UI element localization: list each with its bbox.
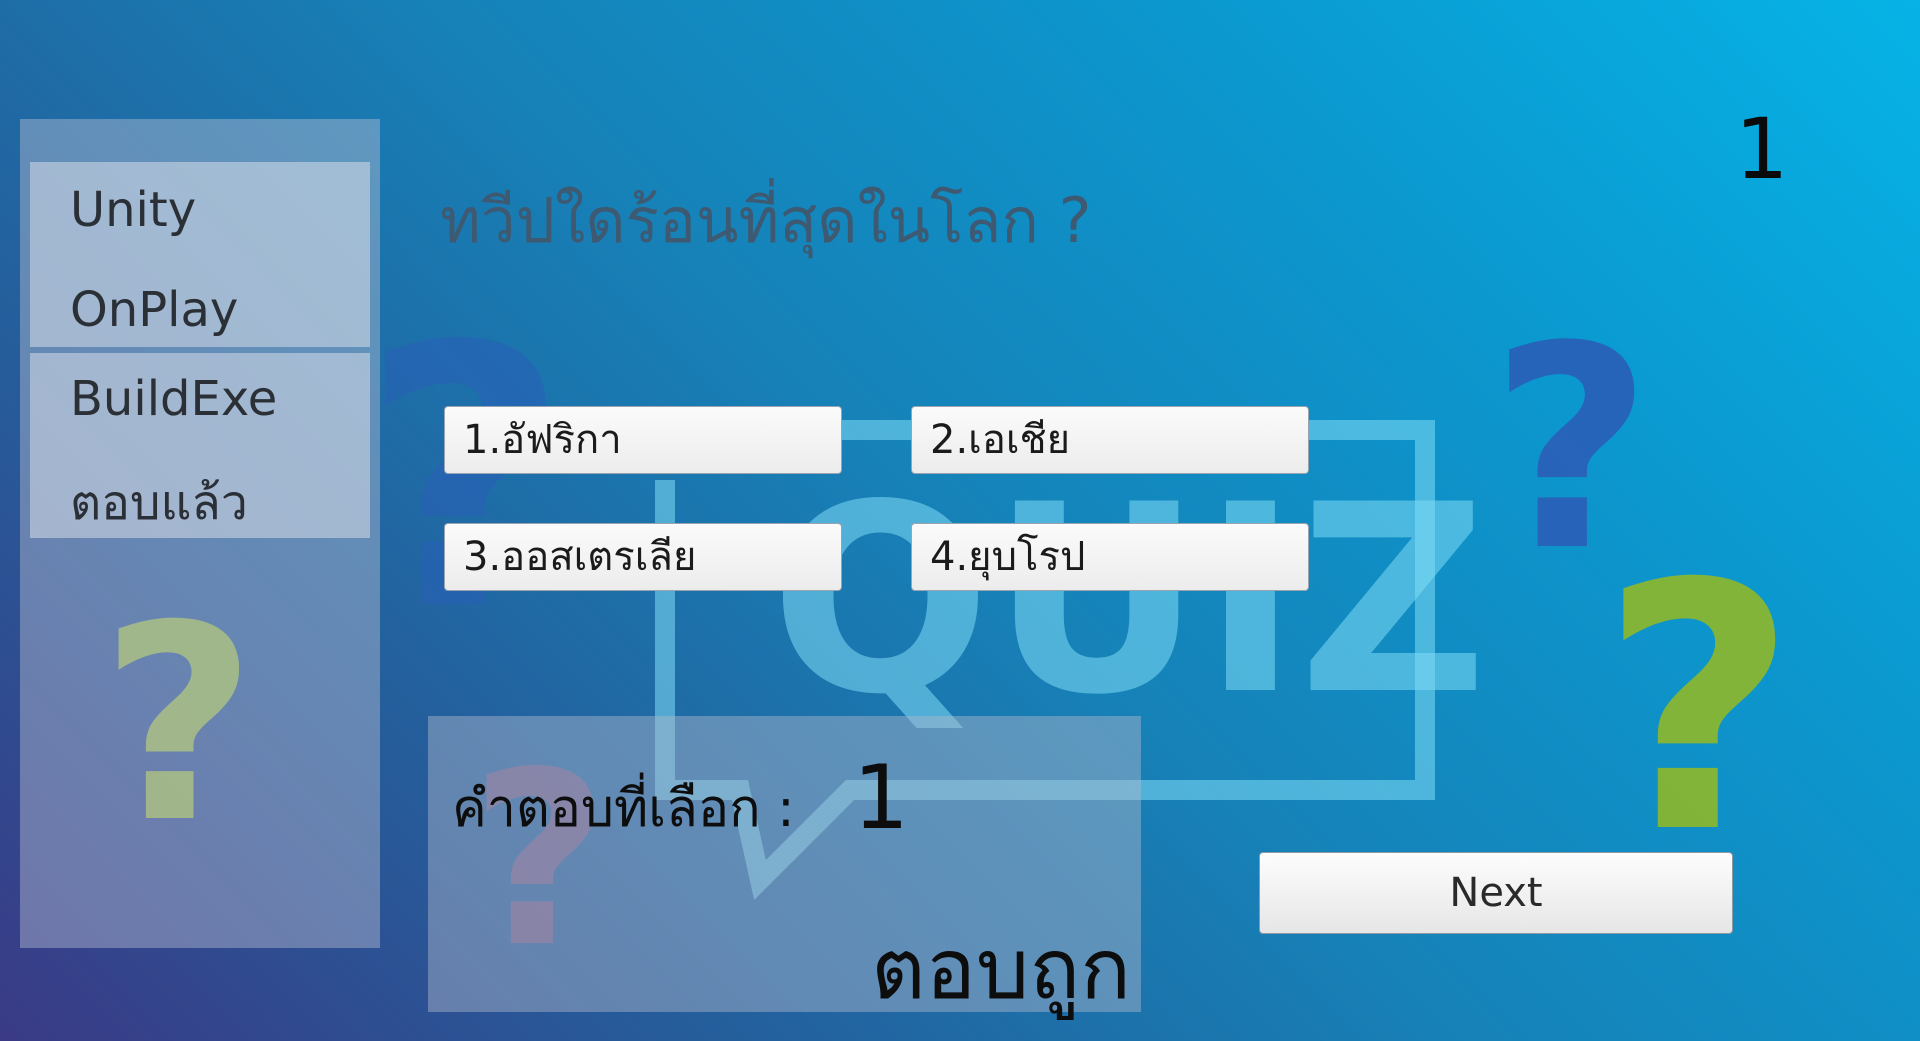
sidebar-block-bottom: BuildExe ตอบแล้ว	[30, 353, 370, 538]
answer-result-panel: คำตอบที่เลือก : 1 ตอบถูก	[428, 716, 1141, 1018]
selected-answer-value: 1	[853, 746, 909, 849]
question-number: 1	[1735, 100, 1789, 198]
result-text: ตอบถูก	[870, 920, 1131, 1018]
sidebar-label-unity: Unity	[70, 182, 197, 238]
answer-button-2[interactable]: 2.เอเชีย	[911, 406, 1309, 474]
sidebar-panel: Unity OnPlay BuildExe ตอบแล้ว	[20, 119, 380, 948]
sidebar-label-answered: ตอบแล้ว	[70, 475, 248, 531]
sidebar-block-top: Unity OnPlay	[30, 162, 370, 347]
sidebar-label-buildexe: BuildExe	[70, 371, 278, 427]
answer-button-4[interactable]: 4.ยุบโรป	[911, 523, 1309, 591]
selected-answer-label: คำตอบที่เลือก :	[452, 779, 795, 839]
sidebar-label-onplay: OnPlay	[70, 282, 239, 338]
answer-button-1[interactable]: 1.อัฟริกา	[444, 406, 842, 474]
answer-button-3[interactable]: 3.ออสเตรเลีย	[444, 523, 842, 591]
quiz-watermark-text: QUIZ	[770, 450, 1487, 752]
question-text: ทวีปใดร้อนที่สุดในโลก ?	[440, 184, 1092, 257]
next-button[interactable]: Next	[1259, 852, 1733, 934]
question-mark-icon: ?	[1600, 512, 1798, 908]
question-mark-icon: ?	[360, 270, 569, 689]
game-screen: QUIZ ? ? ? ? ? Unity OnPlay BuildExe ตอบ…	[0, 0, 1920, 1041]
